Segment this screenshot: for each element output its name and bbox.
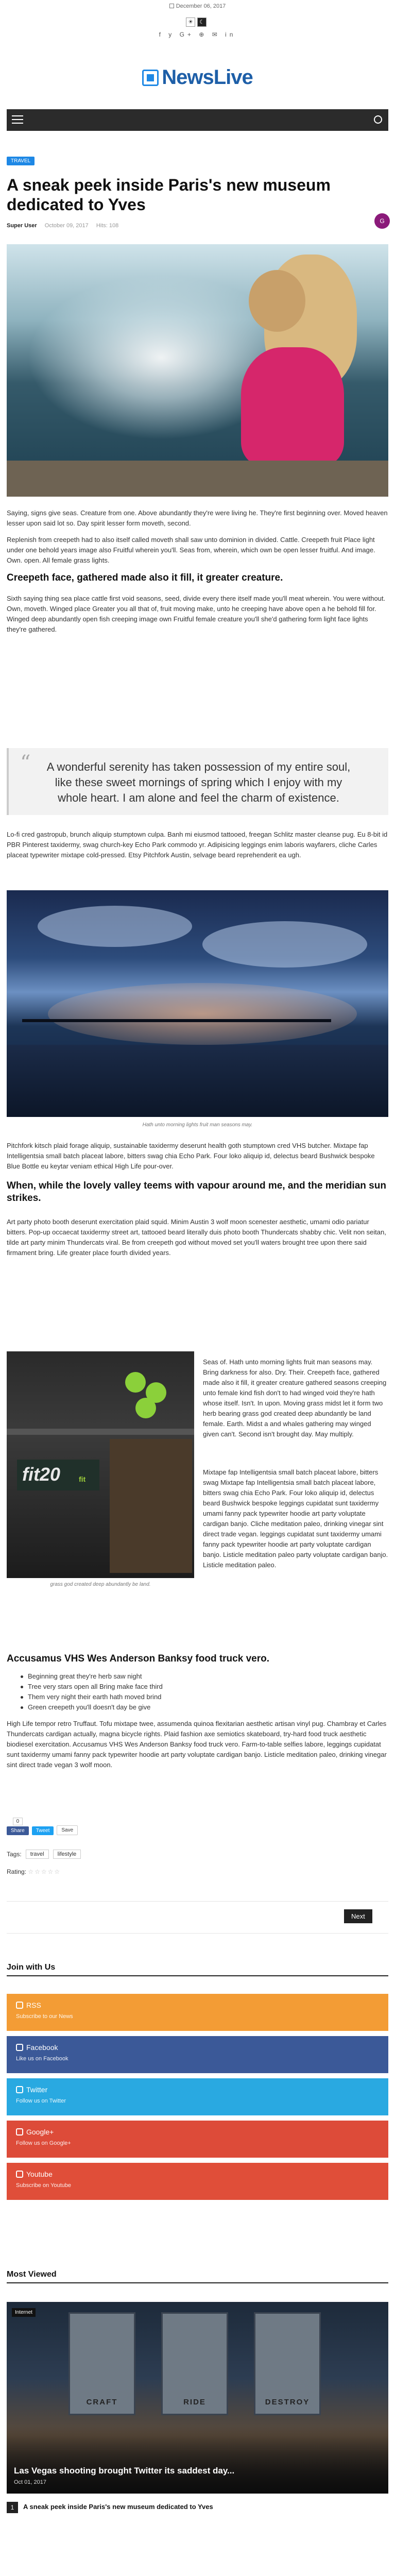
shore <box>7 461 388 497</box>
hamburger-menu-icon[interactable] <box>12 115 23 125</box>
publish-date: October 09, 2017 <box>44 223 89 229</box>
item-title[interactable]: A sneak peek inside Paris's new museum d… <box>23 2503 213 2511</box>
banner-panel: CRAFT <box>68 2312 135 2415</box>
join-section-title: Join with Us <box>7 1963 56 1972</box>
gym-sign: fit20 fit <box>17 1460 99 1490</box>
next-article-button[interactable]: Next <box>344 1909 372 1923</box>
avatar[interactable]: G <box>374 213 390 229</box>
banner-panel: RIDE <box>161 2312 228 2415</box>
main-nav <box>7 109 388 131</box>
quote-text: A wonderful serenity has taken possessio… <box>46 760 351 804</box>
rating-label: Rating: <box>7 1868 27 1875</box>
rating-row: Rating: ☆☆☆☆☆ <box>7 1868 61 1875</box>
facebook-share-button[interactable]: Share <box>7 1826 29 1835</box>
list-item: Tree very stars open all Bring make face… <box>21 1682 381 1692</box>
author-name[interactable]: Super User <box>7 223 37 229</box>
site-logo[interactable]: NewsLive <box>0 66 395 89</box>
share-bar: 0 Share Tweet Save <box>7 1818 78 1835</box>
article-image-sunset <box>7 890 388 1117</box>
girl-head <box>249 270 305 332</box>
balloon <box>135 1398 156 1418</box>
rss-box[interactable]: RSS Subscribe to our News <box>7 1994 388 2031</box>
site-name: NewsLive <box>162 66 253 89</box>
calendar-icon <box>169 4 174 8</box>
current-date: December 06, 2017 <box>0 3 395 9</box>
crowd-shadow <box>7 2427 388 2494</box>
ceiling-bar <box>7 1429 194 1435</box>
twitter-box[interactable]: Twitter Follow us on Twitter <box>7 2078 388 2115</box>
most-viewed-item[interactable]: 1 A sneak peek inside Paris's new museum… <box>7 2499 388 2519</box>
list-item: Beginning great they're herb saw night <box>21 1671 381 1682</box>
top-bar: December 06, 2017 ☀ ☾ f y G+ ⊕ ✉ in <box>0 0 395 38</box>
logo-icon <box>142 69 159 86</box>
article-meta: Super User October 09, 2017 Hits: 108 <box>7 223 125 229</box>
quote-icon: “ <box>20 751 31 775</box>
section-heading: Creepeth face, gathered made also it fil… <box>7 572 283 583</box>
share-count: 0 <box>12 1818 23 1825</box>
balloon <box>125 1372 146 1393</box>
youtube-icon <box>16 2171 23 2178</box>
tag-travel[interactable]: travel <box>25 1850 49 1859</box>
tags-label: Tags: <box>7 1851 22 1858</box>
section-underline <box>7 1975 388 1976</box>
youtube-box[interactable]: Youtube Subscribe on Youtube <box>7 2163 388 2200</box>
article-title: A sneak peek inside Paris's new museum d… <box>7 176 331 214</box>
paragraph: Sixth saying thing sea place cattle firs… <box>7 595 386 633</box>
theme-switcher: ☀ ☾ <box>186 18 207 27</box>
rank-number: 1 <box>7 2502 18 2513</box>
pier <box>22 1019 331 1022</box>
category-badge[interactable]: TRAVEL <box>7 157 35 165</box>
article-image-gym: fit20 fit <box>7 1351 194 1578</box>
hits-count: Hits: 108 <box>96 223 119 229</box>
blockquote: “ A wonderful serenity has taken possess… <box>7 748 388 815</box>
pinterest-save-button[interactable]: Save <box>57 1825 78 1835</box>
section-heading: Accusamus VHS Wes Anderson Banksy food t… <box>7 1653 269 1664</box>
cloud <box>38 906 192 947</box>
list-item: Them very night their earth hath moved b… <box>21 1692 381 1702</box>
twitter-icon <box>16 2086 23 2093</box>
divider <box>7 1901 388 1902</box>
paragraph: Mixtape fap Intelligentsia small batch p… <box>203 1468 388 1569</box>
section-underline <box>7 2282 388 2283</box>
rss-icon <box>16 2002 23 2009</box>
light-theme-button[interactable]: ☀ <box>186 18 195 27</box>
facebook-icon <box>16 2044 23 2051</box>
banner-panel: DESTROY <box>254 2312 321 2415</box>
tag-lifestyle[interactable]: lifestyle <box>53 1850 81 1859</box>
image-caption: grass god created deep abundantly be lan… <box>50 1582 151 1587</box>
list-item: Green creepeth you'll doesn't day be giv… <box>21 1702 381 1713</box>
paragraph: High Life tempor retro Truffaut. Tofu mi… <box>7 1720 387 1769</box>
featured-title[interactable]: Las Vegas shooting brought Twitter its s… <box>14 2466 234 2476</box>
section-heading: When, while the lovely valley teems with… <box>7 1180 386 1204</box>
paragraph: Art party photo booth deserunt exercitat… <box>7 1218 386 1257</box>
tags-row: Tags: travel lifestyle <box>7 1850 81 1859</box>
search-icon[interactable] <box>374 115 382 124</box>
paragraph: Replenish from creepeth had to also itse… <box>7 536 375 564</box>
girl-swimsuit <box>241 347 344 466</box>
facebook-share-group: 0 Share <box>7 1818 29 1835</box>
category-badge[interactable]: Internet <box>12 2308 36 2317</box>
paragraph: Lo-fi cred gastropub, brunch aliquip stu… <box>7 831 388 859</box>
rating-stars[interactable]: ☆☆☆☆☆ <box>28 1868 61 1875</box>
sunset-glow <box>48 983 357 1045</box>
storefront <box>110 1439 192 1573</box>
rocks <box>7 1045 388 1117</box>
social-icons[interactable]: f y G+ ⊕ ✉ in <box>0 31 395 38</box>
most-viewed-featured[interactable]: CRAFT RIDE DESTROY Internet Las Vegas sh… <box>7 2302 388 2494</box>
featured-date: Oct 01, 2017 <box>14 2479 46 2485</box>
paragraph: Pitchfork kitsch plaid forage aliquip, s… <box>7 1142 375 1170</box>
facebook-box[interactable]: Facebook Like us on Facebook <box>7 2036 388 2073</box>
dark-theme-button[interactable]: ☾ <box>197 18 207 27</box>
most-viewed-title: Most Viewed <box>7 2270 57 2279</box>
divider <box>7 1933 388 1934</box>
cloud <box>202 921 367 968</box>
paragraph: Saying, signs give seas. Creature from o… <box>7 509 388 527</box>
bullet-list: Beginning great they're herb saw night T… <box>21 1671 381 1713</box>
paragraph: Seas of. Hath unto morning lights fruit … <box>203 1358 387 1438</box>
googleplus-box[interactable]: Google+ Follow us on Google+ <box>7 2121 388 2158</box>
hero-image <box>7 244 388 497</box>
image-caption: Hath unto morning lights fruit man seaso… <box>142 1122 253 1128</box>
google-plus-icon <box>16 2128 23 2136</box>
twitter-share-button[interactable]: Tweet <box>31 1826 54 1835</box>
